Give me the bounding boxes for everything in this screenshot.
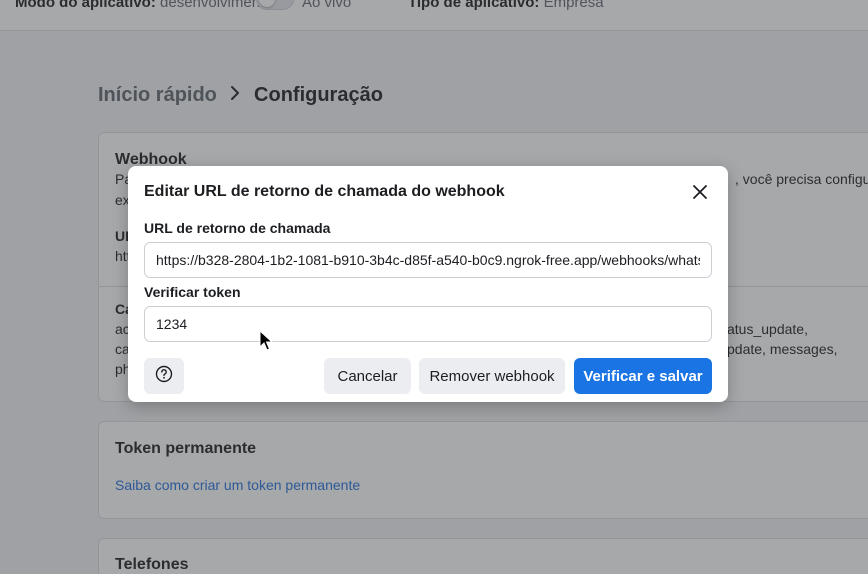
edit-webhook-dialog: Editar URL de retorno de chamada do webh… xyxy=(128,166,728,402)
dialog-title: Editar URL de retorno de chamada do webh… xyxy=(144,183,505,200)
question-circle-icon xyxy=(155,365,173,387)
close-icon[interactable] xyxy=(688,180,712,204)
verify-save-button[interactable]: Verificar e salvar xyxy=(574,358,712,394)
callback-url-label: URL de retorno de chamada xyxy=(144,220,331,236)
remove-webhook-button[interactable]: Remover webhook xyxy=(419,358,565,394)
help-button[interactable] xyxy=(144,358,184,394)
verify-token-input[interactable] xyxy=(144,306,712,342)
mouse-pointer-icon xyxy=(259,329,274,357)
callback-url-input[interactable] xyxy=(144,242,712,278)
verify-token-label: Verificar token xyxy=(144,284,241,300)
cancel-button[interactable]: Cancelar xyxy=(324,358,411,394)
